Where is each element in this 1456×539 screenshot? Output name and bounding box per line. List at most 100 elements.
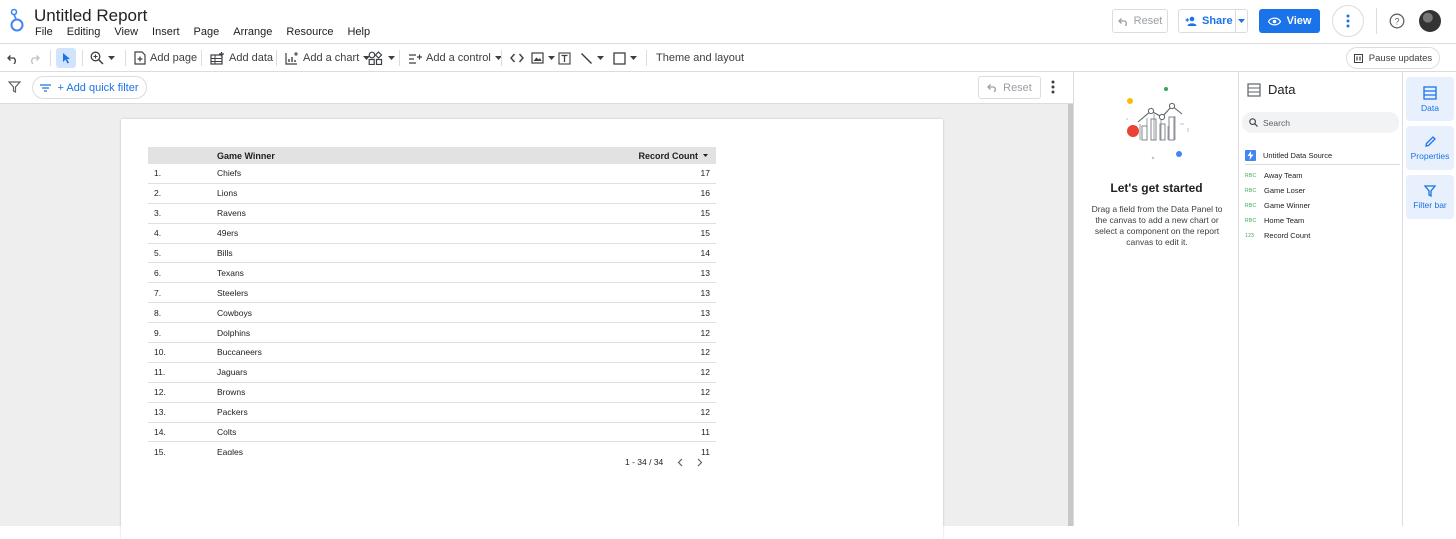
add-data-icon bbox=[210, 51, 225, 65]
share-button-group: Share bbox=[1178, 9, 1248, 33]
zoom-button[interactable] bbox=[90, 48, 115, 68]
table-row[interactable]: 13. Packers 12 bbox=[148, 403, 716, 423]
table-row[interactable]: 9. Dolphins 12 bbox=[148, 323, 716, 344]
table-chart[interactable]: Game Winner Record Count 1. Chiefs 17 2. Lio… bbox=[148, 147, 716, 455]
pause-updates-button[interactable]: Pause updates bbox=[1346, 47, 1440, 69]
row-team-name: Dolphins bbox=[217, 327, 251, 338]
row-record-count: 12 bbox=[700, 347, 710, 358]
field-item[interactable]: RBC Game Winner bbox=[1245, 198, 1310, 213]
reset-filters-button[interactable]: Reset bbox=[978, 76, 1041, 99]
caret-down-icon bbox=[108, 56, 115, 60]
embed-url-button[interactable] bbox=[510, 48, 524, 68]
add-chart-button[interactable]: Add a chart bbox=[285, 48, 371, 68]
menu-editing[interactable]: Editing bbox=[60, 26, 108, 38]
community-visualizations-button[interactable] bbox=[368, 48, 395, 68]
menu-bar: File Editing View Insert Page Arrange Re… bbox=[28, 26, 377, 38]
divider bbox=[1376, 8, 1377, 34]
share-dropdown-button[interactable] bbox=[1236, 19, 1247, 23]
menu-insert[interactable]: Insert bbox=[145, 26, 187, 38]
theme-layout-button[interactable]: Theme and layout bbox=[656, 48, 744, 68]
report-page[interactable]: Game Winner Record Count 1. Chiefs 17 2. Lio… bbox=[121, 119, 943, 539]
report-title[interactable]: Untitled Report bbox=[34, 6, 147, 26]
field-search-input[interactable]: Search bbox=[1242, 112, 1399, 133]
table-row[interactable]: 1. Chiefs 17 bbox=[148, 164, 716, 184]
redo-button[interactable] bbox=[28, 48, 41, 68]
code-icon bbox=[510, 53, 524, 63]
field-type-icon: 123 bbox=[1245, 232, 1255, 239]
menu-file[interactable]: File bbox=[28, 26, 60, 38]
avatar[interactable] bbox=[1419, 10, 1441, 32]
column-header-game-winner[interactable]: Game Winner bbox=[217, 151, 639, 161]
title-bar: Untitled Report File Editing View Insert… bbox=[0, 0, 1456, 43]
line-button[interactable] bbox=[580, 48, 604, 68]
add-quick-filter-button[interactable]: + Add quick filter bbox=[32, 76, 147, 99]
field-item[interactable]: RBC Away Team bbox=[1245, 168, 1310, 183]
tab-filter-bar[interactable]: Filter bar bbox=[1406, 175, 1454, 219]
undo-button[interactable] bbox=[6, 48, 19, 68]
add-data-button[interactable]: Add data bbox=[210, 48, 273, 68]
menu-view[interactable]: View bbox=[107, 26, 145, 38]
table-row[interactable]: 15. Eagles 11 bbox=[148, 442, 716, 455]
share-button[interactable]: Share bbox=[1179, 10, 1236, 32]
pencil-icon bbox=[1424, 135, 1437, 148]
row-team-name: 49ers bbox=[217, 228, 239, 239]
filter-funnel-icon bbox=[1424, 184, 1436, 197]
field-item[interactable]: 123 Record Count bbox=[1245, 228, 1310, 243]
data-panel-title: Data bbox=[1268, 82, 1296, 97]
help-icon[interactable]: ? bbox=[1389, 13, 1405, 29]
table-row[interactable]: 6. Texans 13 bbox=[148, 263, 716, 284]
menu-page[interactable]: Page bbox=[187, 26, 227, 38]
field-name: Away Team bbox=[1264, 171, 1303, 180]
table-row[interactable]: 3. Ravens 15 bbox=[148, 204, 716, 224]
table-row[interactable]: 11. Jaguars 12 bbox=[148, 363, 716, 383]
tab-properties[interactable]: Properties bbox=[1406, 126, 1454, 170]
menu-help[interactable]: Help bbox=[340, 26, 377, 38]
looker-studio-logo-icon[interactable] bbox=[9, 7, 25, 33]
row-record-count: 13 bbox=[700, 307, 710, 318]
divider bbox=[201, 50, 202, 66]
add-control-label: Add a control bbox=[426, 52, 491, 64]
table-row[interactable]: 12. Browns 12 bbox=[148, 383, 716, 403]
text-box-button[interactable] bbox=[558, 48, 571, 68]
filter-funnel-icon[interactable] bbox=[8, 81, 21, 93]
reset-button[interactable]: Reset bbox=[1112, 9, 1168, 33]
add-control-button[interactable]: Add a control bbox=[408, 48, 502, 68]
field-type-icon: RBC bbox=[1245, 202, 1257, 209]
table-row[interactable]: 4. 49ers 15 bbox=[148, 224, 716, 244]
row-index: 6. bbox=[154, 267, 162, 278]
row-index: 9. bbox=[154, 327, 162, 338]
add-quick-filter-label: + Add quick filter bbox=[57, 81, 139, 94]
table-row[interactable]: 8. Cowboys 13 bbox=[148, 303, 716, 324]
column-header-record-count[interactable]: Record Count bbox=[639, 151, 717, 161]
right-rail: Data Properties Filter bar bbox=[1402, 72, 1456, 526]
row-team-name: Ravens bbox=[217, 208, 246, 219]
field-item[interactable]: RBC Home Team bbox=[1245, 213, 1310, 228]
data-table-icon bbox=[1423, 85, 1437, 100]
tab-data[interactable]: Data bbox=[1406, 77, 1454, 121]
add-page-button[interactable]: Add page bbox=[134, 48, 197, 68]
rectangle-icon bbox=[613, 51, 626, 65]
filter-list-icon bbox=[40, 83, 52, 92]
data-source-item[interactable]: Untitled Data Source bbox=[1245, 146, 1400, 165]
prev-page-icon[interactable] bbox=[677, 458, 683, 467]
zoom-in-icon bbox=[90, 51, 104, 65]
sort-descending-icon bbox=[703, 154, 708, 157]
more-options-button[interactable] bbox=[1332, 5, 1364, 37]
shape-button[interactable] bbox=[613, 48, 637, 68]
next-page-icon[interactable] bbox=[697, 458, 703, 467]
table-row[interactable]: 14. Colts 11 bbox=[148, 423, 716, 443]
table-row[interactable]: 5. Bills 14 bbox=[148, 244, 716, 264]
image-button[interactable] bbox=[531, 48, 555, 68]
view-button[interactable]: View bbox=[1259, 9, 1320, 33]
select-tool-button[interactable] bbox=[56, 48, 76, 68]
field-item[interactable]: RBC Game Loser bbox=[1245, 183, 1310, 198]
table-header: Game Winner Record Count bbox=[148, 147, 716, 164]
table-row[interactable]: 2. Lions 16 bbox=[148, 184, 716, 204]
filter-bar-more-icon[interactable] bbox=[1051, 80, 1055, 94]
table-row[interactable]: 7. Steelers 13 bbox=[148, 283, 716, 304]
menu-resource[interactable]: Resource bbox=[279, 26, 340, 38]
report-canvas[interactable]: Game Winner Record Count 1. Chiefs 17 2. Lio… bbox=[0, 104, 1068, 539]
table-row[interactable]: 10. Buccaneers 12 bbox=[148, 343, 716, 363]
menu-arrange[interactable]: Arrange bbox=[226, 26, 279, 38]
redo-icon bbox=[28, 53, 41, 64]
